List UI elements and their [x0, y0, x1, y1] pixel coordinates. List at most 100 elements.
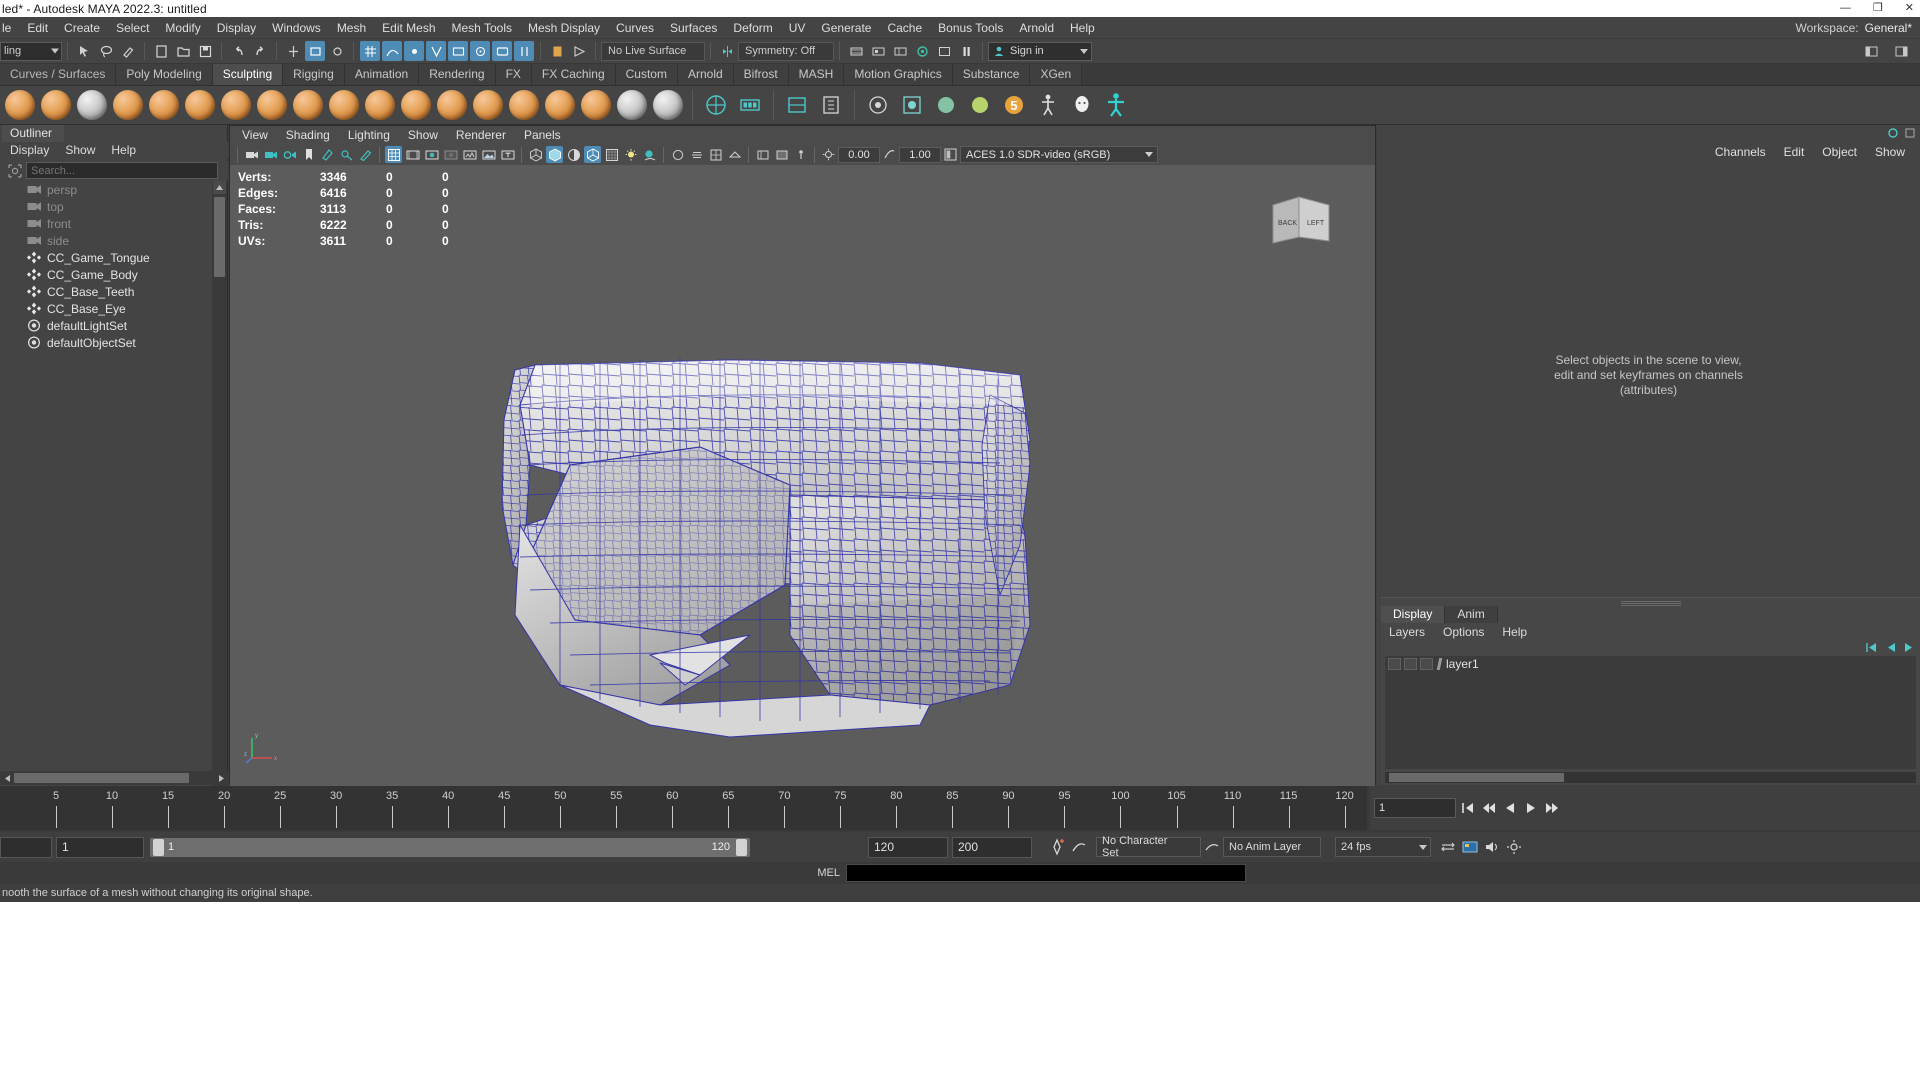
film-gate-icon[interactable]: [404, 146, 421, 163]
viewport-menu-view[interactable]: View: [230, 126, 277, 144]
sculpt-tool-relax-icon[interactable]: [76, 89, 108, 121]
command-input[interactable]: [846, 864, 1246, 882]
scrollbar-thumb[interactable]: [214, 197, 225, 277]
range-start-grip[interactable]: [153, 839, 164, 856]
outliner-item[interactable]: defaultObjectSet: [0, 334, 213, 351]
new-layer-icon[interactable]: [1864, 640, 1878, 654]
pencil-icon[interactable]: [357, 146, 374, 163]
workspace-selector[interactable]: Workspace: General*: [1795, 17, 1920, 39]
object-select-icon[interactable]: [305, 41, 325, 61]
sidebar-toggle-right-icon[interactable]: [1891, 41, 1911, 61]
shelf-tab-fx-caching[interactable]: FX Caching: [532, 64, 616, 85]
range-start-field[interactable]: 1: [56, 837, 144, 858]
layer-color-swatch[interactable]: [1437, 658, 1443, 670]
anim-layer-dropdown[interactable]: No Anim Layer: [1223, 837, 1321, 857]
character-set-options-icon[interactable]: [1201, 836, 1223, 858]
sculpt-tool-repeat-icon[interactable]: [292, 89, 324, 121]
paint-select-icon[interactable]: [118, 41, 138, 61]
menu-item-help[interactable]: Help: [1062, 17, 1103, 39]
range-end-grip[interactable]: [736, 839, 747, 856]
attribute-editor-toggle-icon[interactable]: [1904, 127, 1916, 139]
sculpt-tool-imprint-icon[interactable]: [328, 89, 360, 121]
command-language-label[interactable]: MEL: [800, 867, 846, 879]
view-cube[interactable]: BACK LEFT: [1269, 193, 1333, 247]
go-to-start-icon[interactable]: [1459, 798, 1477, 818]
sculpt-tool-knife-icon[interactable]: [472, 89, 504, 121]
grid-toggle-icon[interactable]: [385, 146, 402, 163]
select-tool-icon[interactable]: [74, 41, 94, 61]
menu-item-surfaces[interactable]: Surfaces: [662, 17, 725, 39]
layer-tab-anim[interactable]: Anim: [1445, 606, 1497, 623]
sculpt-tool-convert-icon[interactable]: [652, 89, 684, 121]
viewport-menu-panels[interactable]: Panels: [515, 126, 570, 144]
layer-playback-toggle[interactable]: [1404, 658, 1417, 670]
sculpt-tool-grab-icon[interactable]: [112, 89, 144, 121]
sculpt-tool-flatten-icon[interactable]: [184, 89, 216, 121]
menu-item-curves[interactable]: Curves: [608, 17, 662, 39]
shelf-tab-curves-surfaces[interactable]: Curves / Surfaces: [0, 64, 116, 85]
sculpt-tool-smear-icon[interactable]: [508, 89, 540, 121]
shelf-tab-sculpting[interactable]: Sculpting: [213, 64, 283, 85]
sculpt-tool-amplify-icon[interactable]: [580, 89, 612, 121]
scrollbar-thumb[interactable]: [14, 773, 189, 783]
playblast-icon[interactable]: [1459, 836, 1481, 858]
menu-item-create[interactable]: Create: [56, 17, 108, 39]
sculpt-tool-scrape-icon[interactable]: [400, 89, 432, 121]
textured-shading-icon[interactable]: [584, 146, 601, 163]
wireframe-shading-icon[interactable]: [527, 146, 544, 163]
character-rig-icon[interactable]: [1101, 90, 1131, 120]
save-scene-icon[interactable]: [195, 41, 215, 61]
audio-toggle-icon[interactable]: [1481, 836, 1503, 858]
symmetry-field[interactable]: Symmetry: Off: [738, 42, 834, 61]
character-head-icon[interactable]: [1067, 90, 1097, 120]
exposure-value[interactable]: 0.00: [838, 147, 880, 163]
sculpt-mirror-icon[interactable]: [701, 90, 731, 120]
sculpt-brush-icon[interactable]: [931, 90, 961, 120]
shelf-tab-bifrost[interactable]: Bifrost: [734, 64, 789, 85]
anim-end-field[interactable]: 120: [868, 837, 948, 858]
resolution-gate-icon[interactable]: [423, 146, 440, 163]
lighting-toggle-icon[interactable]: [622, 146, 639, 163]
channel-box-tab-show[interactable]: Show: [1866, 143, 1914, 161]
viewport-menu-show[interactable]: Show: [399, 126, 447, 144]
channel-box-toggle-icon[interactable]: [1887, 127, 1899, 139]
menu-item-edit[interactable]: Edit: [19, 17, 56, 39]
menu-item-cache[interactable]: Cache: [879, 17, 930, 39]
outliner-item[interactable]: top: [0, 198, 213, 215]
minimize-icon[interactable]: —: [1840, 3, 1851, 14]
menu-item-bonus-tools[interactable]: Bonus Tools: [930, 17, 1011, 39]
step-forward-icon[interactable]: [1543, 798, 1561, 818]
shelf-tab-mash[interactable]: MASH: [789, 64, 845, 85]
sculpt-settings-icon[interactable]: [735, 90, 765, 120]
camera-attributes-icon[interactable]: [281, 146, 298, 163]
snap-point-icon[interactable]: [404, 41, 424, 61]
freeze-toggle-icon[interactable]: [782, 90, 812, 120]
image-plane-icon[interactable]: [319, 146, 336, 163]
ipr-render-icon[interactable]: [868, 41, 888, 61]
viewport-canvas[interactable]: Verts:334600Edges:641600Faces:311300Tris…: [230, 165, 1375, 786]
shade-with-wireframe-icon[interactable]: [565, 146, 582, 163]
menu-item-le[interactable]: le: [0, 17, 19, 39]
outliner-item[interactable]: persp: [0, 181, 213, 198]
snap-pivot-icon[interactable]: [470, 41, 490, 61]
snap-curve-icon[interactable]: [382, 41, 402, 61]
xray-joints-icon[interactable]: [792, 146, 809, 163]
viewport-menu-renderer[interactable]: Renderer: [447, 126, 515, 144]
sculpt-tool-freeze-icon[interactable]: [616, 89, 648, 121]
scroll-left-icon[interactable]: [1, 772, 13, 784]
sculpt-tool-foamy-icon[interactable]: [220, 89, 252, 121]
sidebar-toggle-left-icon[interactable]: [1861, 41, 1881, 61]
layer-list-item[interactable]: layer1: [1385, 656, 1916, 672]
smooth-shade-icon[interactable]: [546, 146, 563, 163]
playback-end-field[interactable]: 200: [952, 837, 1032, 858]
shelf-tab-custom[interactable]: Custom: [616, 64, 678, 85]
menu-item-mesh-tools[interactable]: Mesh Tools: [444, 17, 520, 39]
search-icon[interactable]: [4, 162, 26, 179]
mesh-model[interactable]: [230, 165, 1375, 786]
shelf-tab-arnold[interactable]: Arnold: [678, 64, 734, 85]
animation-preferences-gear-icon[interactable]: [1503, 836, 1525, 858]
menu-item-edit-mesh[interactable]: Edit Mesh: [374, 17, 443, 39]
sculpt-tool-smooth-icon[interactable]: [40, 89, 72, 121]
outliner-item[interactable]: side: [0, 232, 213, 249]
select-camera-icon[interactable]: [243, 146, 260, 163]
